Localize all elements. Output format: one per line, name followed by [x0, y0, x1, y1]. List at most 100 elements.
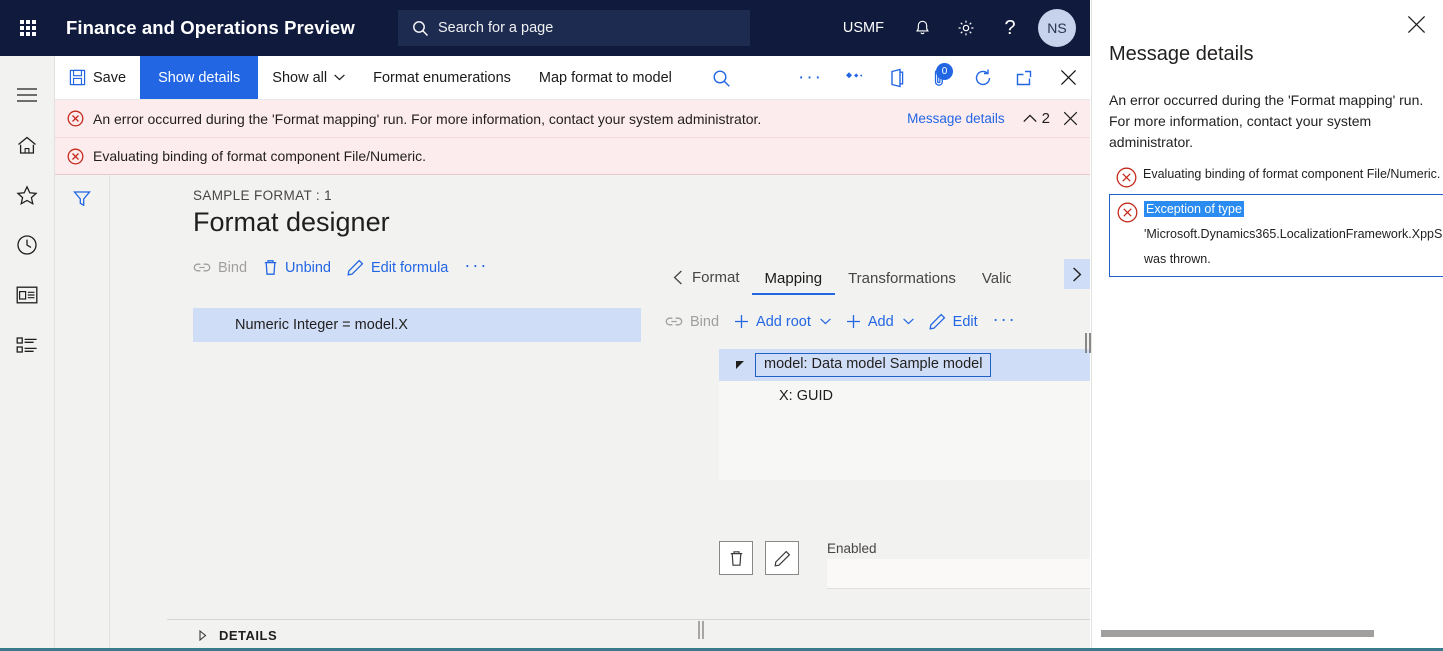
tab-transformations[interactable]: Transformations	[835, 270, 969, 295]
message-count-toggle[interactable]: 2	[1023, 110, 1050, 127]
chevron-up-icon	[1023, 114, 1037, 123]
message-bar-close-icon[interactable]	[1050, 111, 1090, 126]
pencil-icon	[347, 259, 364, 276]
panel-horizontal-scrollbar[interactable]	[1092, 622, 1443, 644]
attachments-icon[interactable]: 0	[918, 56, 961, 100]
show-all-button[interactable]: Show all	[258, 56, 359, 99]
personalize-icon[interactable]	[832, 56, 875, 100]
tab-mapping-label: Mapping	[765, 270, 823, 287]
delete-button[interactable]	[719, 541, 753, 575]
sidebar-item-recent[interactable]	[4, 222, 50, 268]
chevron-right-icon	[1072, 267, 1082, 282]
show-details-label: Show details	[158, 70, 240, 86]
mapping-toolbar-overflow-icon[interactable]: ···	[993, 309, 1017, 334]
search-icon[interactable]	[700, 56, 743, 100]
tab-mapping[interactable]: Mapping	[752, 270, 836, 295]
add-root-button[interactable]: Add root	[734, 314, 831, 330]
sidebar-item-home[interactable]	[4, 122, 50, 168]
bind-button[interactable]: Bind	[193, 260, 247, 276]
save-label: Save	[93, 70, 126, 86]
message-primary-text: An error occurred during the 'Format map…	[93, 111, 907, 127]
mapping-pane: Format Mapping Transformations Validatio…	[665, 253, 1090, 651]
add-root-label: Add root	[756, 314, 811, 330]
sidebar-item-modules[interactable]	[4, 322, 50, 368]
close-icon[interactable]	[1403, 11, 1429, 37]
add-label: Add	[868, 314, 894, 330]
sidebar-item-favorites[interactable]	[4, 172, 50, 218]
mapping-bind-label: Bind	[690, 314, 719, 330]
details-section-header[interactable]: DETAILS	[167, 619, 1090, 651]
scrollbar-thumb[interactable]	[1101, 630, 1374, 637]
tab-validations-label: Validations	[982, 270, 1011, 287]
tree-root-label: model: Data model Sample model	[755, 353, 991, 377]
formula-binding-row[interactable]: Numeric Integer = model.X	[193, 308, 641, 342]
edit-formula-button[interactable]: Edit formula	[347, 259, 448, 276]
plus-icon	[734, 314, 749, 329]
tab-validations[interactable]: Validations	[969, 270, 1011, 295]
mapping-toolbar: Bind Add root Add	[665, 295, 1090, 334]
gear-icon[interactable]	[946, 8, 986, 48]
show-details-button[interactable]: Show details	[140, 56, 258, 99]
message-details-panel: Message details An error occurred during…	[1091, 0, 1443, 651]
workspaces-icon	[16, 286, 38, 304]
data-model-tree: model: Data model Sample model X: GUID	[719, 349, 1090, 480]
sidebar-item-menu[interactable]	[4, 72, 50, 118]
search-input[interactable]: Search for a page	[398, 10, 750, 46]
app-launcher-icon[interactable]	[0, 0, 56, 56]
format-enumerations-button[interactable]: Format enumerations	[359, 56, 525, 99]
edit-button[interactable]	[765, 541, 799, 575]
close-icon[interactable]	[1047, 56, 1090, 100]
unbind-button[interactable]: Unbind	[263, 259, 331, 276]
edit-formula-label: Edit formula	[371, 260, 448, 276]
link-icon	[665, 315, 683, 328]
chevron-right-icon	[199, 630, 207, 641]
filter-icon[interactable]	[72, 189, 92, 651]
open-in-new-window-icon[interactable]	[1004, 56, 1047, 100]
trash-icon	[263, 259, 278, 276]
trash-icon	[729, 550, 744, 567]
search-placeholder: Search for a page	[438, 20, 553, 36]
search-icon	[412, 20, 429, 37]
tree-row[interactable]: X: GUID	[719, 381, 1090, 411]
add-button[interactable]: Add	[846, 314, 914, 330]
plus-icon	[846, 314, 861, 329]
format-enumerations-label: Format enumerations	[373, 70, 511, 86]
office-export-icon[interactable]	[875, 56, 918, 100]
tree-row[interactable]: model: Data model Sample model	[719, 349, 1090, 381]
side-panel-splitter[interactable]	[1084, 333, 1092, 353]
app-title: Finance and Operations Preview	[66, 17, 355, 39]
list-item-text: Evaluating binding of format component F…	[1143, 165, 1440, 183]
panel-message-list: Evaluating binding of format component F…	[1109, 160, 1443, 277]
screen-root: Finance and Operations Preview Search fo…	[0, 0, 1443, 651]
modules-list-icon	[16, 336, 38, 354]
expand-collapse-triangle-icon[interactable]	[725, 360, 755, 370]
mapping-bind-button[interactable]: Bind	[665, 314, 719, 330]
message-bar: An error occurred during the 'Format map…	[55, 100, 1090, 175]
show-all-label: Show all	[272, 70, 327, 86]
message-details-link[interactable]: Message details	[907, 111, 1005, 126]
overflow-menu-icon[interactable]: ···	[789, 56, 832, 100]
refresh-icon[interactable]	[961, 56, 1004, 100]
question-mark-icon[interactable]: ?	[990, 8, 1030, 48]
action-pane-icon-group: ··· 0	[789, 56, 1090, 99]
bell-icon[interactable]	[902, 8, 942, 48]
pencil-icon	[929, 313, 946, 330]
tab-format[interactable]: Format	[665, 269, 752, 295]
star-icon	[16, 185, 38, 206]
company-selector[interactable]: USMF	[829, 20, 898, 36]
mapping-edit-label: Edit	[953, 314, 978, 330]
format-toolbar-overflow-icon[interactable]: ···	[464, 255, 488, 280]
tab-scroll-right-button[interactable]	[1064, 259, 1090, 289]
action-pane: Save Show details Show all Format enumer…	[55, 56, 1090, 100]
message-secondary-text: Evaluating binding of format component F…	[93, 148, 1090, 164]
save-button[interactable]: Save	[55, 56, 140, 99]
mapping-edit-button[interactable]: Edit	[929, 313, 978, 330]
avatar[interactable]: NS	[1038, 9, 1076, 47]
list-item[interactable]: Evaluating binding of format component F…	[1109, 160, 1443, 194]
enabled-field-group: Enabled	[827, 541, 1090, 589]
sidebar-item-workspaces[interactable]	[4, 272, 50, 318]
page-title: Format designer	[111, 203, 1090, 238]
list-item[interactable]: Exception of type 'Microsoft.Dynamics365…	[1109, 194, 1443, 277]
enabled-field-input[interactable]	[827, 559, 1090, 589]
map-format-to-model-button[interactable]: Map format to model	[525, 56, 686, 99]
